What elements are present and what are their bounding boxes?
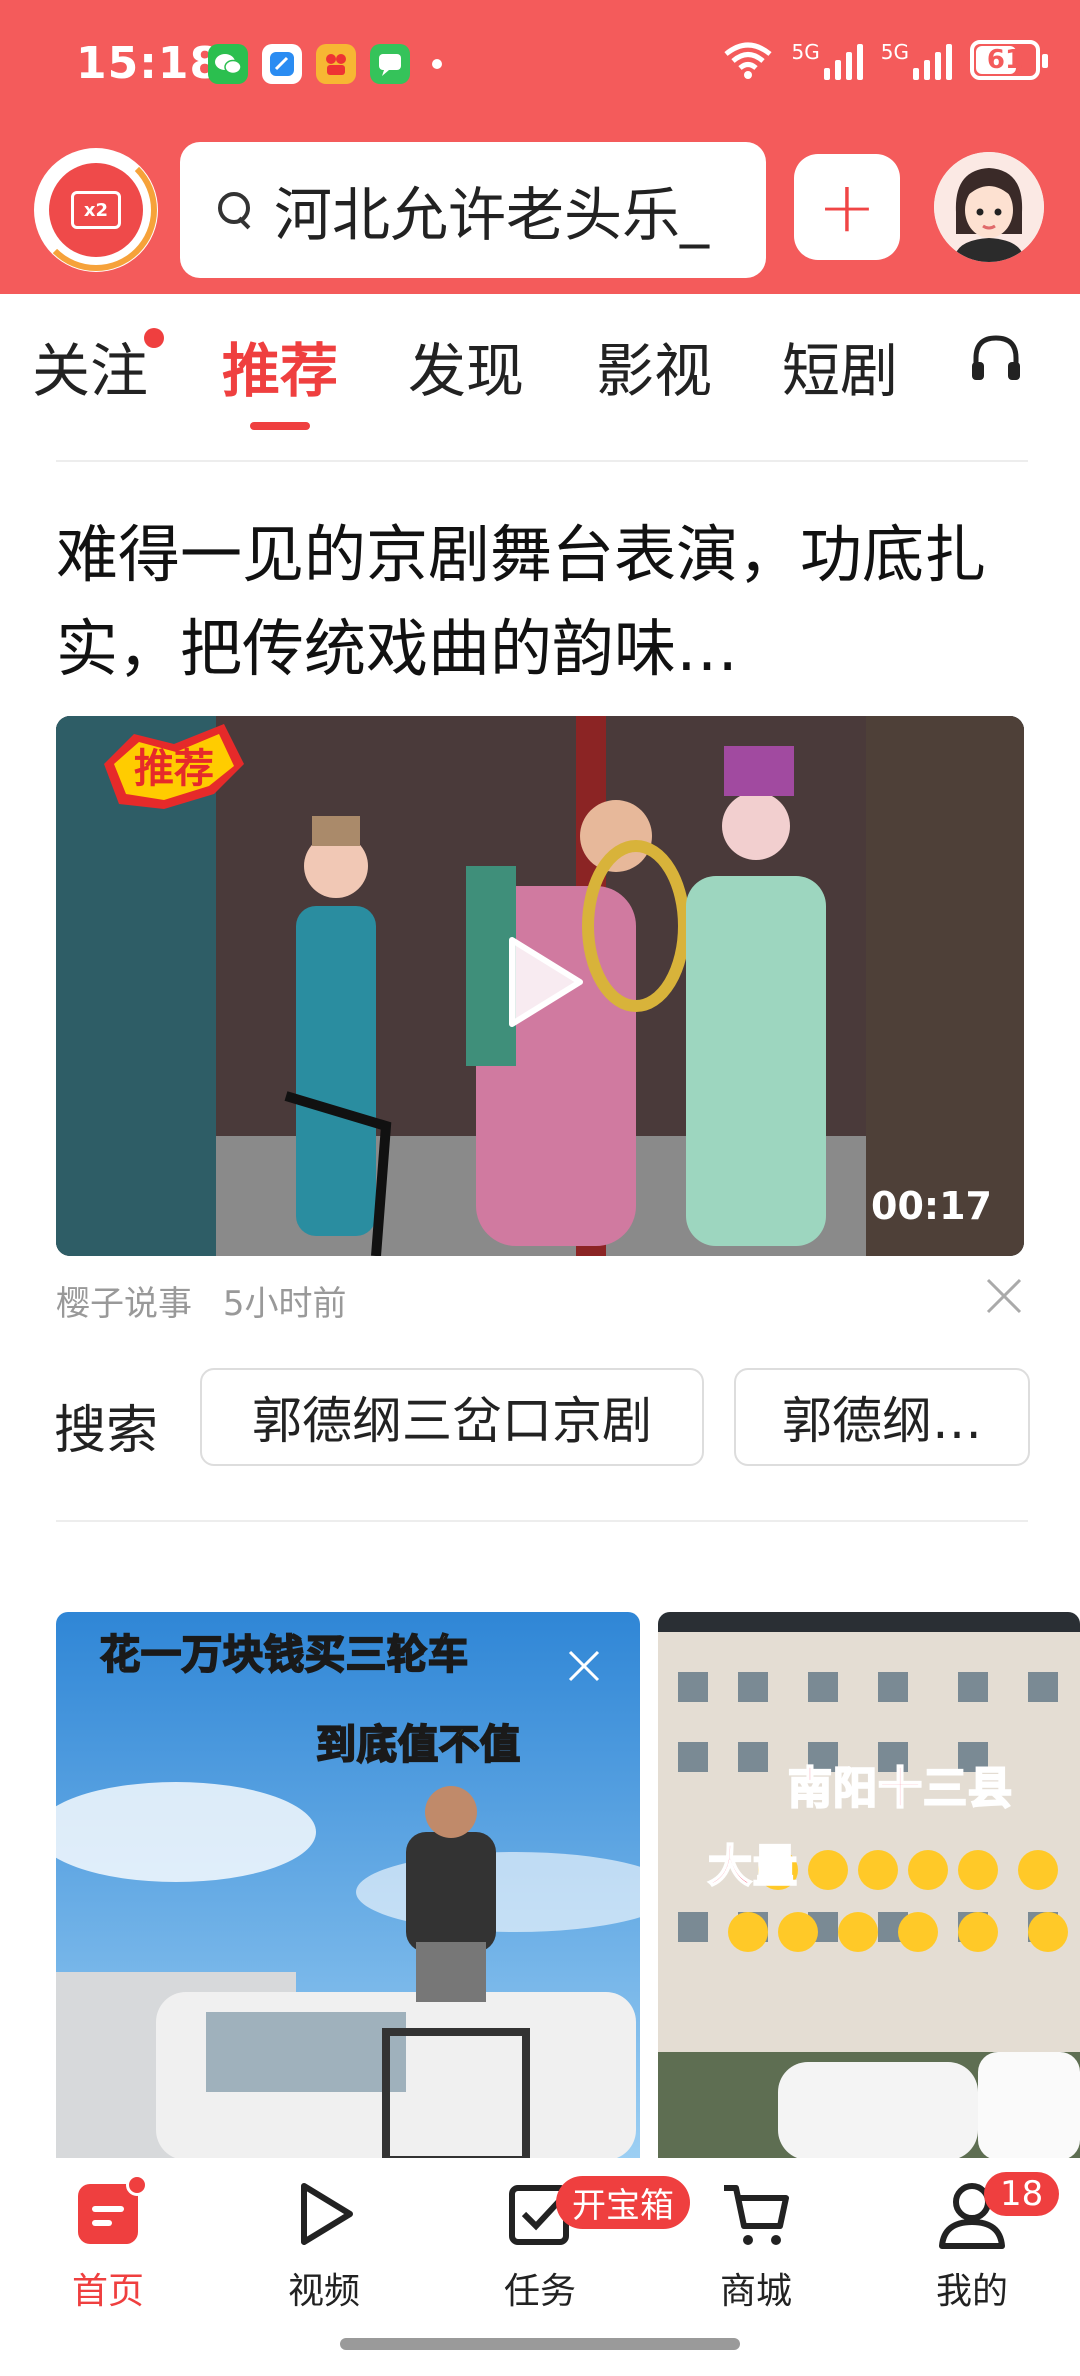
tab-short-drama[interactable]: 短剧 [782,324,898,408]
card-thumbnail [56,1612,640,2160]
search-query-text: 河北允许老头乐_ [274,181,710,249]
search-chip[interactable]: 郭德纲… [734,1368,1030,1466]
browser-icon [262,44,302,84]
publish-time: 5小时前 [222,1284,347,1324]
nav-video-label: 视频 [287,2271,360,2312]
play-outline-icon [284,2174,364,2254]
home-indicator[interactable] [340,2338,740,2350]
nav-video[interactable]: 视频 [254,2174,394,2314]
messages-icon [370,44,410,84]
wifi-icon [723,42,772,79]
recommend-badge: 推荐 [104,724,244,809]
reward-coin-button[interactable]: x2 [34,148,158,272]
tab-discover-label: 发现 [408,337,525,405]
related-search: 搜索 郭德纲三岔口京剧 郭德纲… [54,1368,1034,1468]
kuaishou-icon [316,44,356,84]
signal-bars-2-icon [913,40,952,80]
signal-bars-1-icon [823,40,863,80]
search-chip[interactable]: 郭德纲三岔口京剧 [200,1368,704,1466]
cart-icon [716,2174,796,2254]
avatar[interactable] [934,152,1044,262]
wechat-icon [208,44,248,84]
video-card[interactable]: 南阳十三县 大量 [658,1612,1080,2160]
card-caption-top: 南阳十三县 [787,1762,1013,1815]
coin-multiplier: x2 [71,191,121,229]
tab-follow-label: 关注 [32,337,149,405]
notification-icons [208,44,442,84]
nav-mall-label: 商城 [719,2271,792,2312]
related-search-label: 搜索 [54,1401,159,1461]
divider [56,1520,1028,1522]
card-dismiss-icon[interactable] [566,1648,602,1684]
home-red-dot [126,2174,148,2196]
treasure-box-badge[interactable]: 开宝箱 [556,2176,690,2229]
tab-film-label: 影视 [596,337,713,405]
unread-dot [144,328,165,348]
tab-film[interactable]: 影视 [596,324,712,408]
tab-follow[interactable]: 关注 [32,324,165,408]
signal-2: 5G [881,40,952,80]
card-caption-top: 花一万块钱买三轮车 [99,1631,469,1679]
app-root: 15:18 5G 5G 61 x2 河北允许老头乐_ + 关注 推荐 发现 影视… [0,0,1080,2376]
tab-recommend[interactable]: 推荐 [222,324,339,430]
card-caption-bottom: 到底值不值 [315,1721,521,1769]
article-meta: 樱子说事 5小时前 [56,1276,366,1325]
notification-count-badge: 18 [984,2172,1060,2216]
nav-tasks-label: 任务 [503,2271,576,2312]
search-icon [216,190,256,230]
signal-1: 5G [792,40,863,80]
network-type-1: 5G [791,40,820,64]
nav-mall[interactable]: 商城 [686,2174,826,2314]
nav-mine-label: 我的 [935,2271,1008,2312]
dismiss-icon[interactable] [984,1276,1024,1316]
tab-discover[interactable]: 发现 [408,324,524,408]
red-envelope-icon: x2 [35,149,157,271]
active-tab-indicator [250,422,310,430]
status-bar: 15:18 5G 5G 61 [0,0,1080,130]
tab-recommend-label: 推荐 [222,337,339,405]
home-icon [68,2174,148,2254]
tab-short-drama-label: 短剧 [782,337,899,405]
video-thumbnail[interactable]: 推荐 00:17 [56,716,1024,1256]
status-time: 15:18 [76,38,222,89]
add-button[interactable]: + [794,154,900,260]
search-input[interactable]: 河北允许老头乐_ [180,142,766,278]
headphones-icon[interactable] [966,328,1026,388]
more-notifications-dot [432,59,442,69]
video-card[interactable]: 花一万块钱买三轮车 到底值不值 [56,1612,640,2160]
article-title[interactable]: 难得一见的京剧舞台表演，功底扎实，把传统戏曲的韵味… [56,508,1036,696]
author-name[interactable]: 樱子说事 [56,1284,192,1324]
battery-icon: 61 [970,40,1048,80]
system-indicators: 5G 5G 61 [722,40,1048,80]
header: 15:18 5G 5G 61 x2 河北允许老头乐_ + [0,0,1080,294]
battery-percent: 61 [986,45,1024,75]
play-icon[interactable] [502,934,586,1030]
nav-home[interactable]: 首页 [38,2174,178,2314]
category-tabs: 关注 推荐 发现 影视 短剧 [0,294,1080,430]
nav-home-label: 首页 [71,2271,144,2312]
network-type-2: 5G [880,40,909,64]
search-row: x2 河北允许老头乐_ + [0,138,1080,278]
video-duration: 00:17 [871,1184,992,1228]
divider [56,460,1028,462]
card-caption-bottom: 大量 [707,1840,798,1893]
recommend-badge-text: 推荐 [134,746,214,792]
